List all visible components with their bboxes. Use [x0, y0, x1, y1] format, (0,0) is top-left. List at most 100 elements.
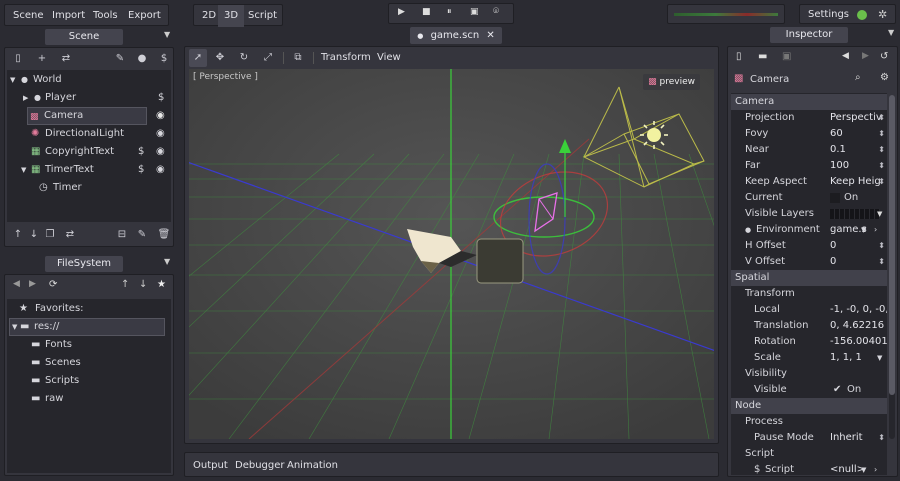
fs-row-scenes[interactable]: ▬ Scenes: [7, 354, 171, 372]
save-icon[interactable]: ▣: [782, 51, 791, 62]
spinner-icon[interactable]: ⬍: [878, 254, 885, 270]
move-tool-icon[interactable]: ✥: [211, 49, 229, 67]
inspector-dock-tab[interactable]: Inspector: [770, 27, 848, 43]
script-icon[interactable]: $: [158, 89, 164, 107]
mode-script-button[interactable]: Script: [242, 5, 283, 27]
prop-local[interactable]: Local -1, -0, 0, -0,: [731, 302, 887, 318]
prop-keepaspect-value[interactable]: Keep Heig: [830, 174, 881, 190]
filesystem-dock-menu-icon[interactable]: ▼: [164, 257, 170, 266]
select-tool-icon[interactable]: ➚: [189, 49, 207, 67]
gear-icon[interactable]: ⚙: [880, 72, 889, 83]
forward-icon[interactable]: ▶: [862, 51, 869, 61]
edit-icon[interactable]: ✎: [133, 226, 151, 244]
layers-grid[interactable]: [830, 209, 880, 219]
prop-visiblelayers[interactable]: Visible Layers ▼: [731, 206, 887, 222]
gear-icon[interactable]: ✲: [878, 8, 887, 21]
visibility-eye-icon[interactable]: ◉: [156, 125, 165, 143]
new-node-icon[interactable]: ▯: [9, 50, 27, 68]
add-node-icon[interactable]: +: [33, 50, 51, 68]
refresh-icon[interactable]: ⟳: [49, 279, 57, 290]
expand-arrow-icon[interactable]: ▼: [10, 71, 15, 89]
script-icon[interactable]: $: [155, 50, 173, 68]
prop-hoffset-value[interactable]: 0: [830, 238, 836, 254]
updown-icon[interactable]: ⬍: [878, 174, 885, 190]
spinner-icon[interactable]: ⬍: [878, 158, 885, 174]
prop-script-value[interactable]: <null>: [830, 462, 865, 475]
play-icon[interactable]: ▶: [398, 7, 405, 17]
group-process[interactable]: Process: [731, 414, 887, 430]
fs-row-scripts[interactable]: ▬ Scripts: [7, 372, 171, 390]
open-folder-icon[interactable]: ▬: [758, 51, 767, 62]
transform-menu[interactable]: Transform: [315, 49, 377, 67]
rotate-tool-icon[interactable]: ↻: [235, 49, 253, 67]
prop-script[interactable]: $ Script <null> ▼ ›: [731, 462, 887, 475]
section-camera[interactable]: Camera: [731, 94, 887, 110]
spinner-icon[interactable]: ⬍: [878, 126, 885, 142]
scene-dock-tab[interactable]: Scene: [45, 29, 123, 45]
prop-near-value[interactable]: 0.1: [830, 142, 846, 158]
spinner-icon[interactable]: ⬍: [878, 238, 885, 254]
section-node[interactable]: Node: [731, 398, 887, 414]
prop-rotation-value[interactable]: -156.00401: [830, 334, 887, 350]
checkmark-icon[interactable]: ✔: [833, 382, 841, 398]
menu-import[interactable]: Import: [46, 5, 91, 27]
scene-file-tab[interactable]: ● game.scn ✕: [410, 27, 502, 44]
script-icon[interactable]: $: [138, 161, 144, 179]
chevron-down-icon[interactable]: ▼: [861, 222, 866, 238]
play-scene-icon[interactable]: ▣: [470, 7, 479, 17]
menu-export[interactable]: Export: [122, 5, 167, 27]
preview-toggle[interactable]: ▩ preview: [643, 74, 700, 90]
fs-row-raw[interactable]: ▬ raw: [7, 390, 171, 408]
prop-pausemode[interactable]: Pause Mode Inherit ⬍: [731, 430, 887, 446]
updown-icon[interactable]: ⬍: [878, 110, 885, 126]
favorite-star-icon[interactable]: ★: [157, 279, 166, 290]
duplicate-icon[interactable]: ❐: [41, 226, 59, 244]
fs-row-fonts[interactable]: ▬ Fonts: [7, 336, 171, 354]
prop-rotation[interactable]: Rotation -156.00401: [731, 334, 887, 350]
chevron-down-icon[interactable]: ▼: [877, 350, 882, 366]
mode-3d-button[interactable]: 3D: [218, 5, 245, 27]
back-icon[interactable]: ◀: [13, 279, 20, 289]
pause-icon[interactable]: ⏸: [447, 7, 452, 17]
trash-icon[interactable]: 🗑: [155, 226, 173, 244]
prop-near[interactable]: Near 0.1 ⬍: [731, 142, 887, 158]
tree-row-copyrighttext[interactable]: ▦ CopyrightText $ ◉: [7, 143, 171, 161]
prop-hoffset[interactable]: H Offset 0 ⬍: [731, 238, 887, 254]
scene-dock-menu-icon[interactable]: ▼: [164, 30, 170, 39]
prop-far-value[interactable]: 100: [830, 158, 849, 174]
output-tab[interactable]: Output: [187, 453, 234, 478]
view-menu[interactable]: View: [371, 49, 407, 67]
local-space-icon[interactable]: ⧉: [289, 49, 307, 67]
tree-row-camera[interactable]: ▩ Camera: [27, 107, 147, 125]
prop-local-value[interactable]: -1, -0, 0, -0,: [830, 302, 887, 318]
move-down-icon[interactable]: ↓: [139, 279, 147, 290]
animation-tab[interactable]: Animation: [281, 453, 344, 478]
instance-icon[interactable]: ⇄: [57, 50, 75, 68]
prop-keepaspect[interactable]: Keep Aspect Keep Heig ⬍: [731, 174, 887, 190]
fs-row-favorites[interactable]: ★ Favorites:: [7, 300, 171, 318]
prop-environment[interactable]: ● Environment game.s ▼ ›: [731, 222, 887, 238]
prop-projection-value[interactable]: Perspectiv: [830, 110, 882, 126]
tree-row-timertext[interactable]: ▼ ▦ TimerText $ ◉: [7, 161, 171, 179]
tree-row-directionallight[interactable]: ✺ DirectionalLight ◉: [7, 125, 171, 143]
visibility-eye-icon[interactable]: ◉: [156, 143, 165, 161]
script-attach-icon[interactable]: ✎: [111, 50, 129, 68]
chevron-right-icon[interactable]: ›: [874, 222, 877, 238]
3d-viewport[interactable]: [ Perspective ] ▩ preview: [189, 69, 714, 439]
prop-translation-value[interactable]: 0, 4.62216: [830, 318, 884, 334]
stop-icon[interactable]: ■: [422, 7, 431, 17]
inspector-scrollbar[interactable]: [889, 95, 895, 439]
visibility-eye-icon[interactable]: ◉: [156, 161, 165, 179]
tree-row-world[interactable]: ▼ ● World: [7, 71, 171, 89]
group-visibility[interactable]: Visibility: [731, 366, 887, 382]
prop-visible[interactable]: Visible ✔ On: [731, 382, 887, 398]
forward-icon[interactable]: ▶: [29, 279, 36, 289]
tree-row-player[interactable]: ▶ ● Player $: [7, 89, 171, 107]
section-spatial[interactable]: Spatial: [731, 270, 887, 286]
settings-button[interactable]: Settings: [802, 5, 855, 25]
perspective-label[interactable]: [ Perspective ]: [193, 72, 258, 82]
back-icon[interactable]: ◀: [842, 51, 849, 61]
prop-pausemode-value[interactable]: Inherit: [830, 430, 863, 446]
merge-icon[interactable]: ⊟: [113, 226, 131, 244]
move-up-icon[interactable]: ↑: [121, 279, 129, 290]
